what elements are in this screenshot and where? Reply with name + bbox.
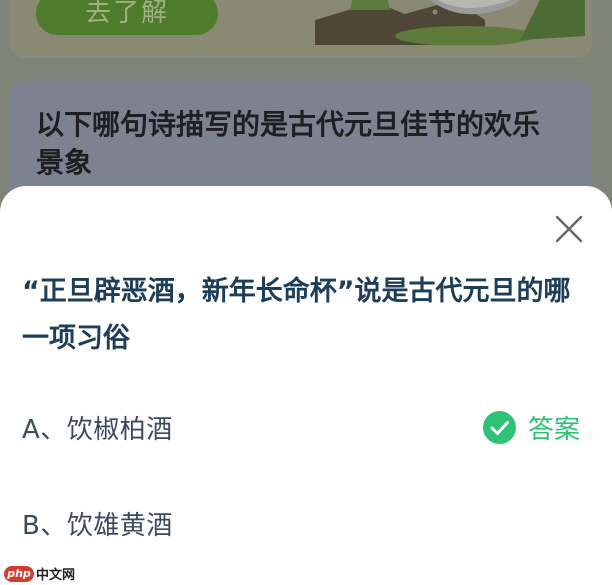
learn-more-button: 去了解 xyxy=(36,0,218,35)
php-logo: php xyxy=(4,565,34,582)
watermark-text: 中文网 xyxy=(36,568,76,583)
option-a[interactable]: A、饮椒柏酒 答案 xyxy=(22,405,592,449)
close-icon xyxy=(555,215,583,243)
answer-label: 答案 xyxy=(527,414,580,445)
option-b-label: B、饮雄黄酒 xyxy=(22,510,173,541)
answer-sheet: “正旦辟恶酒，新年长命杯”说是古代元旦的哪一项习俗 A、饮椒柏酒 答案 B、饮雄… xyxy=(0,186,612,585)
site-watermark: php 中文网 xyxy=(4,564,75,583)
close-button[interactable] xyxy=(554,214,584,244)
answer-tag: 答案 xyxy=(482,409,580,446)
quiz-screen: 去了解 以下哪句诗描写的是古代元旦佳节的欢乐景象 “正旦辟恶酒，新年长命杯”说是… xyxy=(0,0,612,585)
quiz-question: “正旦辟恶酒，新年长命杯”说是古代元旦的哪一项习俗 xyxy=(22,276,571,354)
banner-illustration xyxy=(315,0,585,45)
background-question-text: 以下哪句诗描写的是古代元旦佳节的欢乐景象 xyxy=(36,108,541,179)
option-a-label: A、饮椒柏酒 xyxy=(22,414,173,445)
option-b[interactable]: B、饮雄黄酒 xyxy=(22,501,592,545)
check-circle-icon xyxy=(482,410,516,444)
